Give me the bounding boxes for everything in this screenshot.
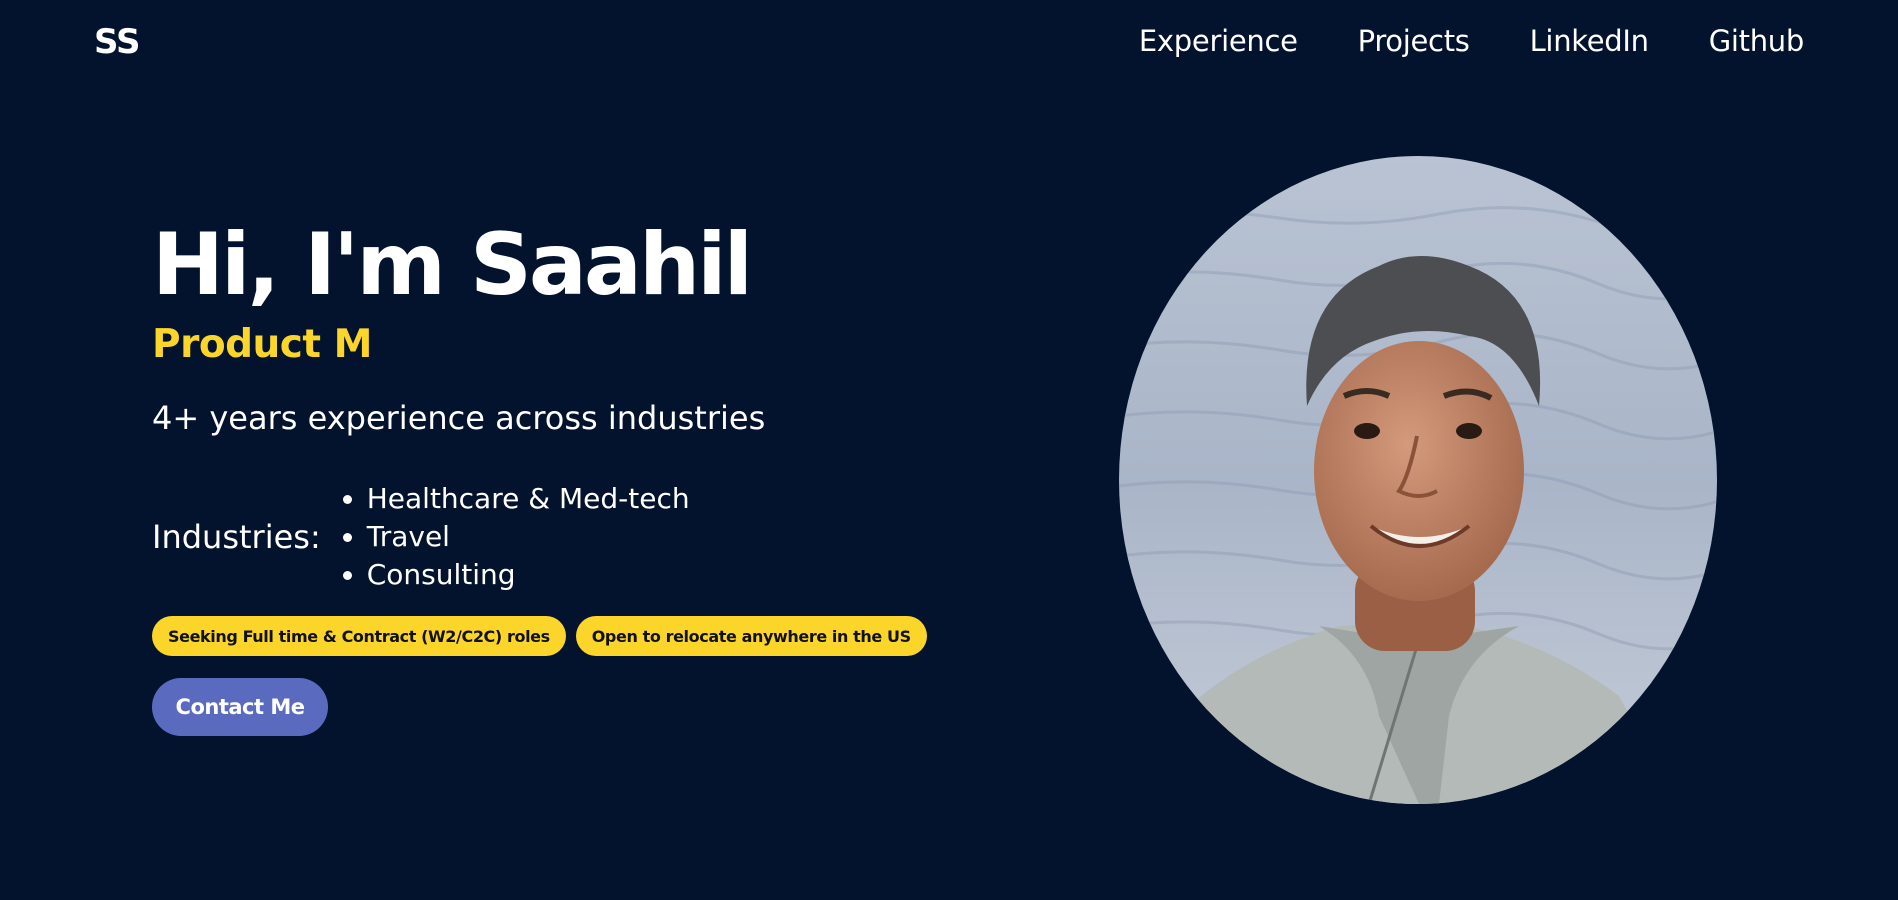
profile-photo: [1119, 156, 1717, 804]
nav-github[interactable]: Github: [1709, 24, 1805, 58]
industry-item: Consulting: [367, 556, 690, 594]
hero-section: Hi, I'm Saahil Product M 4+ years experi…: [152, 210, 972, 736]
industries-list: Healthcare & Med-tech Travel Consulting: [327, 480, 690, 594]
site-logo[interactable]: SS: [94, 22, 140, 62]
status-tags: Seeking Full time & Contract (W2/C2C) ro…: [152, 616, 972, 656]
industries-label: Industries:: [152, 518, 321, 556]
hero-role: Product M: [152, 322, 372, 367]
industry-item: Healthcare & Med-tech: [367, 480, 690, 518]
contact-me-button[interactable]: Contact Me: [152, 678, 328, 736]
nav-projects[interactable]: Projects: [1358, 24, 1470, 58]
hero-greeting: Hi, I'm Saahil: [152, 215, 753, 315]
main-nav: Experience Projects LinkedIn Github: [1139, 24, 1804, 58]
nav-linkedin[interactable]: LinkedIn: [1530, 24, 1649, 58]
relocate-badge: Open to relocate anywhere in the US: [575, 616, 927, 656]
industry-item: Travel: [367, 518, 690, 556]
job-seeking-badge: Seeking Full time & Contract (W2/C2C) ro…: [152, 616, 566, 656]
industries-block: Industries: Healthcare & Med-tech Travel…: [152, 480, 972, 594]
experience-summary: 4+ years experience across industries: [152, 399, 766, 437]
nav-experience[interactable]: Experience: [1139, 24, 1298, 58]
